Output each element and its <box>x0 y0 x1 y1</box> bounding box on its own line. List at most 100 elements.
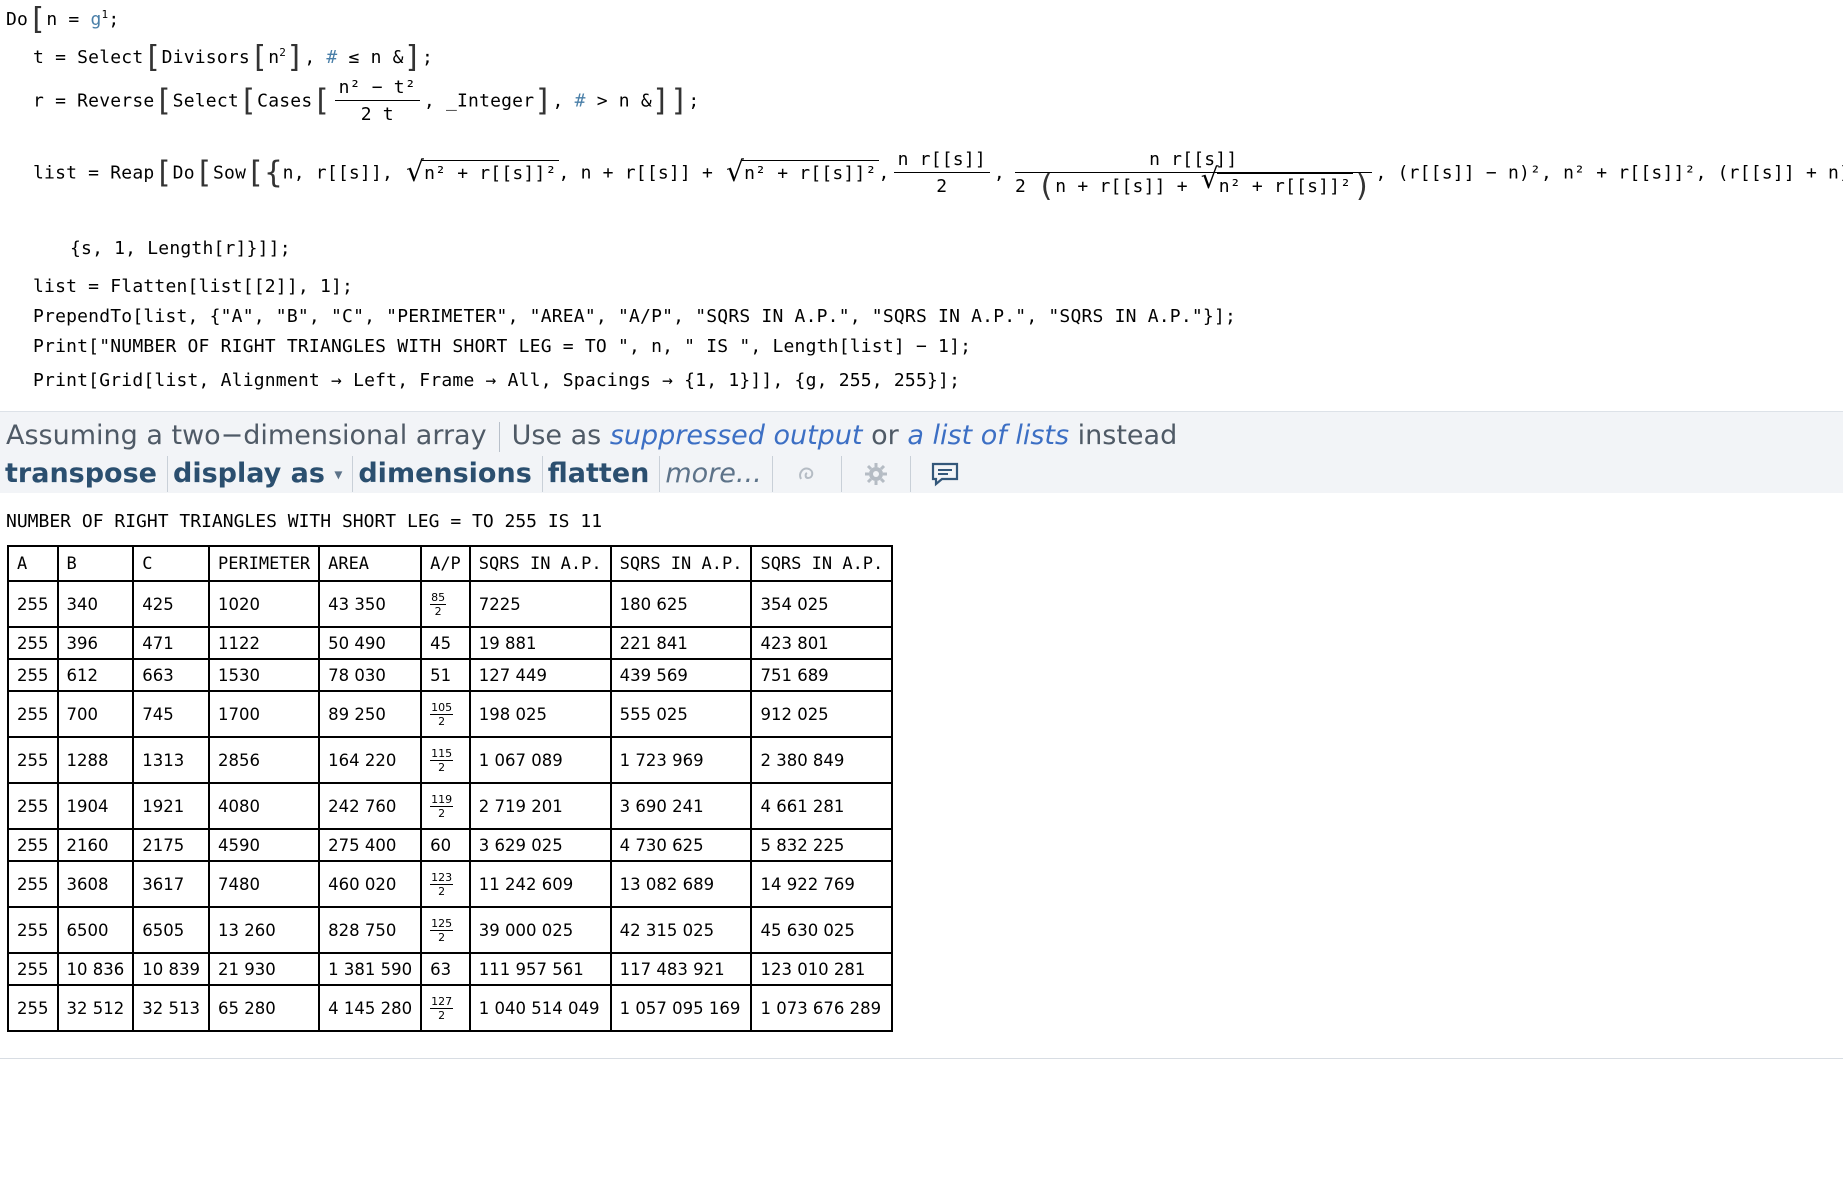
bracket-glyph: ] <box>403 40 422 75</box>
fraction-denominator: 2 t <box>360 104 394 125</box>
code-line-7[interactable]: PrependTo[list, {"A", "B", "C", "PERIMET… <box>33 306 1236 327</box>
grid-cell: 1020 <box>207 580 321 628</box>
code-token: n = <box>46 9 91 30</box>
grid-row: 255 10 836 10 839 21 930 1 381 590 63 111 957 … <box>7 952 894 986</box>
grid-cell: 2 719 201 <box>468 782 612 830</box>
grid-cell: 45 630 025 <box>750 906 894 954</box>
grid-cell: 423 801 <box>750 626 894 660</box>
grid-row: 255 32 512 32 513 65 280 4 145 280 127 2 1 040 … <box>7 984 894 1032</box>
grid-cell: 1 073 676 289 <box>750 984 894 1032</box>
grid-cell: 6505 <box>132 906 210 954</box>
instead-text: instead <box>1077 420 1178 451</box>
grid-row: 255 340 425 1020 43 350 85 2 7225 180 625 354 025 <box>7 580 894 628</box>
code-line-9[interactable]: Print[Grid[list, Alignment → Left, Frame… <box>33 370 960 391</box>
grid-header-row: A B C PERIMETER AREA A/P SQRS IN A.P. SQRS IN A… <box>7 545 894 582</box>
code-token: ; <box>421 47 434 68</box>
radicand: n² + r[[s]]² <box>742 159 879 184</box>
output-print-line: NUMBER OF RIGHT TRIANGLES WITH SHORT LEG… <box>6 511 603 532</box>
bracket-glyph: ] <box>534 83 553 119</box>
code-token: ≤ n & <box>337 47 404 68</box>
code-token: ; <box>688 90 700 112</box>
display-as-button[interactable]: display as ▾ <box>168 456 354 492</box>
code-line-6[interactable]: list = Flatten[list[[2]], 1]; <box>33 276 353 297</box>
code-slot: # <box>326 47 338 68</box>
grid-cell: 912 025 <box>750 690 894 738</box>
code-token: r = Reverse <box>33 90 155 112</box>
fraction-numerator: 85 <box>430 590 447 605</box>
fraction-denominator: 2 <box>438 806 446 820</box>
grid-row: 255 3608 3617 7480 460 020 123 2 11 242 609 13 0… <box>7 860 894 908</box>
bracket-glyph: ( <box>1037 169 1056 204</box>
grid-cell: 3608 <box>56 860 135 908</box>
grid-cell: 7480 <box>207 860 321 908</box>
ratio-fraction: 127 2 <box>430 995 454 1022</box>
code-line-1[interactable]: Do[n = g1; <box>6 5 119 35</box>
grid-cell: 85 2 <box>420 580 471 628</box>
code-token: Do <box>6 9 29 30</box>
dimensions-button[interactable]: dimensions <box>353 456 543 492</box>
grid-cell: 21 930 <box>207 952 321 986</box>
grid-cell: 32 512 <box>56 984 135 1032</box>
fraction-denominator: 2 <box>438 714 446 728</box>
grid-cell: 105 2 <box>420 690 471 738</box>
grid-cell: 242 760 <box>318 782 423 830</box>
suppressed-output-link[interactable]: suppressed output <box>610 420 863 451</box>
code-line-8[interactable]: Print["NUMBER OF RIGHT TRIANGLES WITH SH… <box>33 336 971 357</box>
grid-cell: 751 689 <box>750 658 894 692</box>
more-button[interactable]: more... <box>660 456 773 492</box>
grid-cell: 2160 <box>56 828 135 862</box>
grid-cell: 4 730 625 <box>609 828 753 862</box>
grid-cell: 1 040 514 049 <box>468 984 612 1032</box>
grid-cell: 255 <box>7 658 59 692</box>
grid-cell: 255 <box>7 984 59 1032</box>
list-of-lists-link[interactable]: a list of lists <box>907 420 1069 451</box>
grid-cell: 396 <box>56 626 135 660</box>
grid-cell: 78 030 <box>318 658 423 692</box>
grid-cell: 1904 <box>56 782 135 830</box>
flatten-button[interactable]: flatten <box>543 456 661 492</box>
fraction-denominator: 2 <box>438 884 446 898</box>
code-fraction: n r[[s]]2 (n + r[[s]] + n² + r[[s]]²) <box>1014 150 1372 202</box>
radicand: n² + r[[s]]² <box>422 159 559 184</box>
fraction-numerator: 119 <box>430 792 454 807</box>
code-token: list = Reap <box>33 162 155 184</box>
grid-header-cell: SQRS IN A.P. <box>750 545 894 582</box>
grid-cell: 1288 <box>56 736 135 784</box>
code-line-3[interactable]: r = Reverse[Select[Cases[n² − t² 2 t, _In… <box>33 78 699 125</box>
bracket-glyph: ] <box>651 83 671 119</box>
grid-cell: 119 2 <box>420 782 471 830</box>
bracket-glyph: ] <box>670 83 689 119</box>
transpose-button[interactable]: transpose <box>0 456 168 492</box>
code-line-5[interactable]: {s, 1, Length[r]}]]; <box>70 238 291 259</box>
ratio-fraction: 123 2 <box>430 871 454 898</box>
grid-cell: 425 <box>132 580 210 628</box>
grid-cell: 198 025 <box>468 690 612 738</box>
gear-icon[interactable] <box>842 456 911 492</box>
grid-row: 255 612 663 1530 78 030 51 127 449 439 569 751 6… <box>7 658 894 692</box>
grid-cell: 11 242 609 <box>468 860 612 908</box>
grid-cell: 221 841 <box>609 626 753 660</box>
code-variable: g <box>90 9 102 30</box>
grid-cell: 50 490 <box>318 626 423 660</box>
ratio-fraction: 105 2 <box>430 701 454 728</box>
bracket-glyph: [ <box>154 83 173 119</box>
code-line-4[interactable]: list = Reap[Do[Sow[{n, r[[s]], n² + r[[s… <box>33 150 1843 202</box>
results-grid: A B C PERIMETER AREA A/P SQRS IN A.P. SQRS IN A… <box>7 545 894 1032</box>
ratio-fraction: 115 2 <box>430 747 454 774</box>
chat-icon[interactable] <box>911 456 979 492</box>
code-token: , (r[[s]] − n)², n² + r[[s]]², (r[[s]] +… <box>1375 162 1843 184</box>
grid-cell: 45 <box>420 626 471 660</box>
grid-cell: 127 449 <box>468 658 612 692</box>
fraction-denominator: 2 <box>438 760 446 774</box>
grid-header-cell: SQRS IN A.P. <box>468 545 612 582</box>
grid-cell: 60 <box>420 828 471 862</box>
cell-divider <box>0 1058 1843 1059</box>
grid-cell: 439 569 <box>609 658 753 692</box>
spiral-icon[interactable] <box>773 456 842 492</box>
grid-cell: 32 513 <box>132 984 210 1032</box>
divider <box>498 421 500 452</box>
code-token: Divisors <box>161 47 250 68</box>
grid-cell: 1530 <box>207 658 321 692</box>
grid-cell: 255 <box>7 690 59 738</box>
code-line-2[interactable]: t = Select[Divisors[n2], # ≤ n &]; <box>33 43 434 73</box>
